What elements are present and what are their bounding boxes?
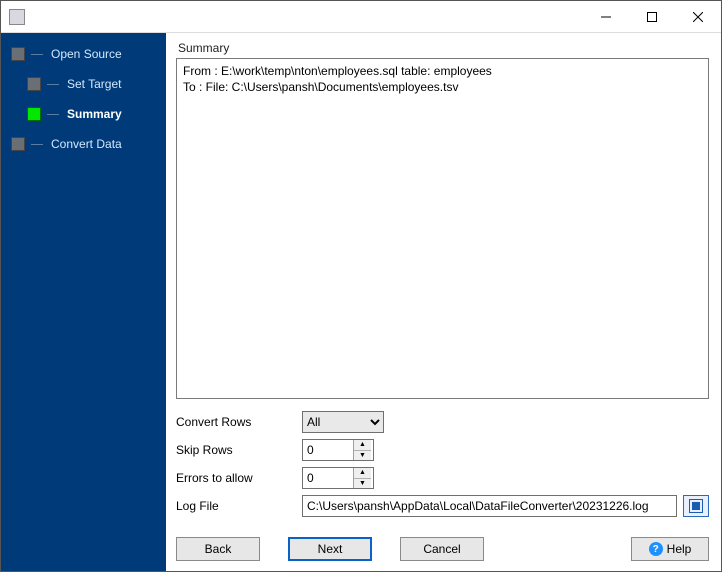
sidebar-item-open-source[interactable]: Open Source — [1, 43, 166, 65]
sidebar-item-summary[interactable]: Summary — [1, 103, 166, 125]
errors-allow-decrement[interactable]: ▼ — [354, 479, 371, 489]
main-panel: Summary From : E:\work\temp\nton\employe… — [166, 33, 721, 571]
errors-allow-increment[interactable]: ▲ — [354, 468, 371, 479]
step-dot-icon — [27, 77, 41, 91]
skip-rows-increment[interactable]: ▲ — [354, 440, 371, 451]
sidebar-item-label: Open Source — [51, 47, 122, 61]
errors-allow-input[interactable] — [303, 468, 353, 488]
label-convert-rows: Convert Rows — [176, 415, 302, 429]
wizard-buttons: Back Next Cancel ? Help — [176, 537, 709, 561]
chevron-down-icon: ▼ — [359, 480, 366, 487]
help-button-label: Help — [667, 542, 692, 556]
step-connector-icon — [47, 84, 59, 85]
maximize-button[interactable] — [629, 1, 675, 33]
errors-allow-spinner: ▲ ▼ — [302, 467, 374, 489]
row-errors-allow: Errors to allow ▲ ▼ — [176, 467, 709, 489]
options-form: Convert Rows All Skip Rows ▲ ▼ Errors to… — [176, 411, 709, 523]
back-button-label: Back — [205, 542, 232, 556]
label-log-file: Log File — [176, 499, 302, 513]
skip-rows-input[interactable] — [303, 440, 353, 460]
sidebar-item-label: Convert Data — [51, 137, 122, 151]
step-dot-icon — [11, 137, 25, 151]
browse-log-file-button[interactable] — [683, 495, 709, 517]
cancel-button-label: Cancel — [423, 542, 460, 556]
log-file-input[interactable] — [302, 495, 677, 517]
skip-rows-spinner: ▲ ▼ — [302, 439, 374, 461]
row-convert-rows: Convert Rows All — [176, 411, 709, 433]
chevron-up-icon: ▲ — [359, 441, 366, 448]
maximize-icon — [647, 12, 657, 22]
close-button[interactable] — [675, 1, 721, 33]
back-button[interactable]: Back — [176, 537, 260, 561]
step-connector-icon — [47, 114, 59, 115]
skip-rows-decrement[interactable]: ▼ — [354, 451, 371, 461]
titlebar — [1, 1, 721, 33]
step-connector-icon — [31, 54, 43, 55]
browse-icon — [689, 499, 703, 513]
sidebar-item-label: Set Target — [67, 77, 121, 91]
convert-rows-select[interactable]: All — [302, 411, 384, 433]
help-button[interactable]: ? Help — [631, 537, 709, 561]
row-skip-rows: Skip Rows ▲ ▼ — [176, 439, 709, 461]
chevron-up-icon: ▲ — [359, 469, 366, 476]
app-icon — [9, 9, 25, 25]
cancel-button[interactable]: Cancel — [400, 537, 484, 561]
help-icon: ? — [649, 542, 663, 556]
minimize-icon — [601, 12, 611, 22]
step-dot-icon — [11, 47, 25, 61]
row-log-file: Log File — [176, 495, 709, 517]
label-errors-allow: Errors to allow — [176, 471, 302, 485]
summary-textarea[interactable]: From : E:\work\temp\nton\employees.sql t… — [176, 58, 709, 399]
window-controls — [583, 1, 721, 33]
sidebar-item-convert-data[interactable]: Convert Data — [1, 133, 166, 155]
step-connector-icon — [31, 144, 43, 145]
page-title: Summary — [178, 41, 709, 55]
chevron-down-icon: ▼ — [359, 452, 366, 459]
sidebar-item-label: Summary — [67, 107, 122, 121]
next-button[interactable]: Next — [288, 537, 372, 561]
close-icon — [693, 12, 703, 22]
minimize-button[interactable] — [583, 1, 629, 33]
next-button-label: Next — [318, 542, 343, 556]
content-area: Open Source Set Target Summary Convert D… — [1, 33, 721, 571]
step-dot-icon — [27, 107, 41, 121]
sidebar-item-set-target[interactable]: Set Target — [1, 73, 166, 95]
label-skip-rows: Skip Rows — [176, 443, 302, 457]
wizard-sidebar: Open Source Set Target Summary Convert D… — [1, 33, 166, 571]
